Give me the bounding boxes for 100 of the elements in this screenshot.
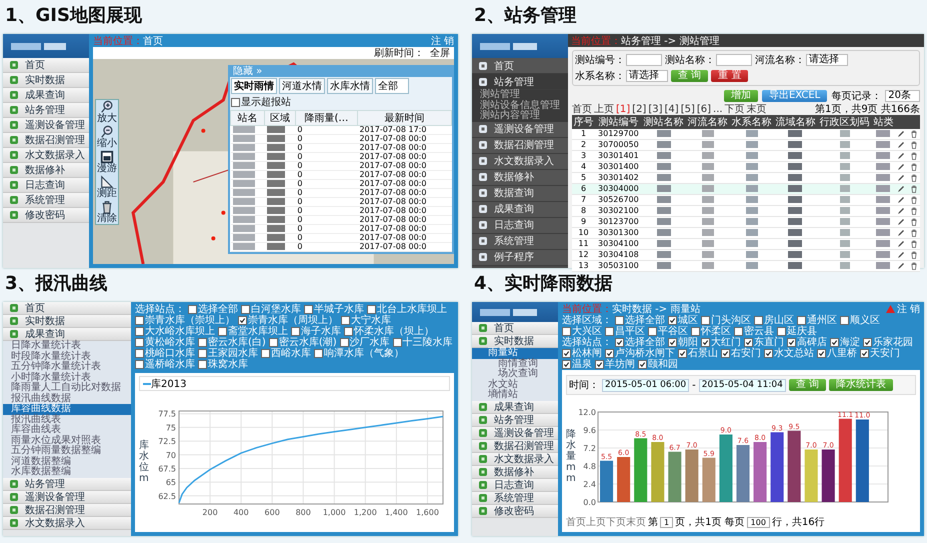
sidebar-subitem[interactable]: 降雨量人工自动比对数据 (3, 383, 131, 394)
sidebar-item[interactable]: 实时数据 (3, 315, 131, 328)
sidebar-item[interactable]: 遥测设备管理 (472, 426, 558, 440)
sidebar-subitem[interactable]: 日降水量统计表 (3, 341, 131, 352)
checkbox[interactable]: 石景山 (678, 348, 718, 359)
page-links[interactable]: 首页上页下页末页 (566, 515, 646, 529)
map-tool-button[interactable]: 缩小 (96, 125, 118, 149)
checkbox[interactable]: 王家园水库 (198, 348, 258, 359)
sidebar-subitem[interactable]: 河道数据整编 (3, 456, 131, 467)
checkbox[interactable]: 密云县 (734, 326, 774, 337)
checkbox[interactable]: 大宁水库 (341, 315, 391, 326)
checkbox[interactable]: 右安门 (721, 348, 761, 359)
sidebar-item[interactable]: 成果查询 (472, 202, 568, 218)
sidebar-item[interactable]: 首页 (472, 322, 558, 335)
trash-icon[interactable] (910, 262, 918, 270)
checkbox[interactable]: 海淀 (830, 337, 860, 348)
sidebar-item[interactable]: 修改密码 (472, 504, 558, 518)
sidebar-item[interactable]: 系统管理 (472, 234, 568, 250)
page-link[interactable]: 首页 (572, 102, 592, 116)
checkbox[interactable]: 乐家花园 (863, 337, 913, 348)
checkbox[interactable]: 八里桥 (817, 348, 857, 359)
checkbox[interactable]: 朝阳 (668, 337, 698, 348)
sidebar-item[interactable]: 日志查询 (472, 478, 558, 492)
sidebar-subitem[interactable]: 测站设备信息管理 (472, 100, 568, 111)
checkbox[interactable]: 珠窝水库 (198, 359, 248, 370)
sidebar-item[interactable]: 水文数据录入 (3, 516, 131, 530)
trash-icon[interactable] (910, 251, 918, 259)
checkbox[interactable]: 密云水库(白) (198, 337, 266, 348)
sidebar-subitem[interactable]: 五分钟降水量统计表 (3, 362, 131, 372)
page-input[interactable]: 1 (660, 516, 674, 528)
checkbox[interactable]: 门头沟区 (701, 315, 751, 326)
checkbox[interactable]: 羊坊闸 (595, 359, 635, 370)
sidebar-item[interactable]: 站务管理 (472, 74, 568, 90)
select-field[interactable]: 请选择 (806, 54, 848, 66)
sidebar-item[interactable]: 水文数据录入 (472, 452, 558, 466)
checkbox[interactable]: 城区 (668, 315, 698, 326)
sidebar-item[interactable]: 成果查询 (3, 88, 89, 103)
checkbox[interactable]: 海子水库 (291, 326, 341, 337)
page-link[interactable]: 末页 (746, 102, 767, 116)
checkbox[interactable]: 高碑店 (787, 337, 827, 348)
sidebar-item[interactable]: 数据修补 (472, 170, 568, 186)
sidebar-item[interactable]: 首页 (3, 302, 131, 315)
checkbox[interactable]: 卢沟桥水闸下 (605, 348, 675, 359)
checkbox[interactable]: 温泉 (562, 359, 592, 370)
select-field[interactable]: 请选择 (626, 70, 668, 82)
checkbox[interactable]: 显示超报站 (231, 95, 291, 109)
checkbox[interactable]: 颐和园 (638, 359, 678, 370)
sidebar-subitem[interactable]: 墒情站 (472, 390, 558, 400)
checkbox[interactable]: 选择全部 (188, 304, 238, 315)
checkbox[interactable]: 怀柔区 (691, 326, 731, 337)
sidebar-item[interactable]: 首页 (3, 58, 89, 73)
checkbox[interactable]: 崇青水库（崇坝上） (135, 315, 235, 326)
sidebar-item[interactable]: 成果查询 (472, 400, 558, 414)
sidebar-item[interactable]: 日志查询 (472, 218, 568, 234)
sidebar-subitem[interactable]: 雨量站 (472, 348, 558, 358)
page-link[interactable]: [1] (616, 104, 630, 114)
checkbox[interactable]: 遥桥峪水库 (135, 359, 195, 370)
checkbox[interactable]: 响潭水库（气象） (314, 348, 404, 359)
sidebar-subitem[interactable]: 场次查询 (472, 369, 558, 380)
sidebar-subitem[interactable]: 水文站 (472, 380, 558, 390)
page-link[interactable]: ... (713, 104, 723, 114)
sidebar-subitem[interactable]: 报汛曲线数据 (3, 394, 131, 404)
sidebar-item[interactable]: 成果查询 (3, 328, 131, 341)
sidebar-item[interactable]: 例子程序 (472, 250, 568, 266)
checkbox[interactable]: 松林闸 (562, 348, 602, 359)
map-tool-button[interactable]: 测距 (96, 175, 118, 199)
checkbox[interactable]: 延庆县 (777, 326, 817, 337)
checkbox[interactable]: 大红门 (701, 337, 741, 348)
tab[interactable]: 实时雨情 (231, 78, 277, 94)
page-link[interactable]: [4] (664, 104, 679, 114)
logout-link[interactable]: 注 销 (886, 302, 920, 316)
checkbox[interactable]: 西峪水库 (261, 348, 311, 359)
sidebar-subitem[interactable]: 库容曲线数据 (3, 404, 131, 414)
input-field[interactable] (716, 54, 752, 66)
input-field[interactable] (626, 54, 662, 66)
checkbox[interactable]: 大水峪水库坝上 (135, 326, 215, 337)
sidebar-item[interactable]: 实时数据 (3, 73, 89, 88)
checkbox[interactable]: 选择全部 (615, 315, 665, 326)
sidebar-subitem[interactable]: 雨量水位成果对照表 (3, 436, 131, 446)
sidebar-item[interactable]: 系统管理 (3, 193, 89, 208)
checkbox[interactable]: 水文总站 (764, 348, 814, 359)
sidebar-subitem[interactable]: 库容曲线表 (3, 425, 131, 436)
checkbox[interactable]: 十三陵水库 (392, 337, 453, 348)
checkbox[interactable]: 房山区 (754, 315, 794, 326)
checkbox[interactable]: 沙厂水库 (340, 337, 390, 348)
trash-icon[interactable] (910, 229, 918, 237)
filter-dropdown[interactable]: 全部 (375, 78, 409, 94)
checkbox[interactable]: 东直门 (744, 337, 784, 348)
sidebar-item[interactable]: 系统管理 (472, 492, 558, 504)
page-link[interactable]: [3] (648, 104, 663, 114)
checkbox[interactable]: 密云水库(潮) (268, 337, 337, 348)
page-link[interactable]: [6] (696, 104, 712, 114)
logout-link[interactable]: 注 销 (430, 34, 454, 48)
sidebar-item[interactable]: 站务管理 (3, 103, 89, 118)
sidebar-subitem[interactable]: 小时降水量统计表 (3, 372, 131, 383)
checkbox[interactable]: 白河堡水库 (241, 304, 301, 315)
checkbox[interactable]: 平谷区 (648, 326, 688, 337)
page-link[interactable]: 下页 (724, 102, 745, 116)
checkbox[interactable]: 崇青水库（周坝上） (238, 315, 338, 326)
page-size-input[interactable]: 100 (746, 516, 770, 528)
